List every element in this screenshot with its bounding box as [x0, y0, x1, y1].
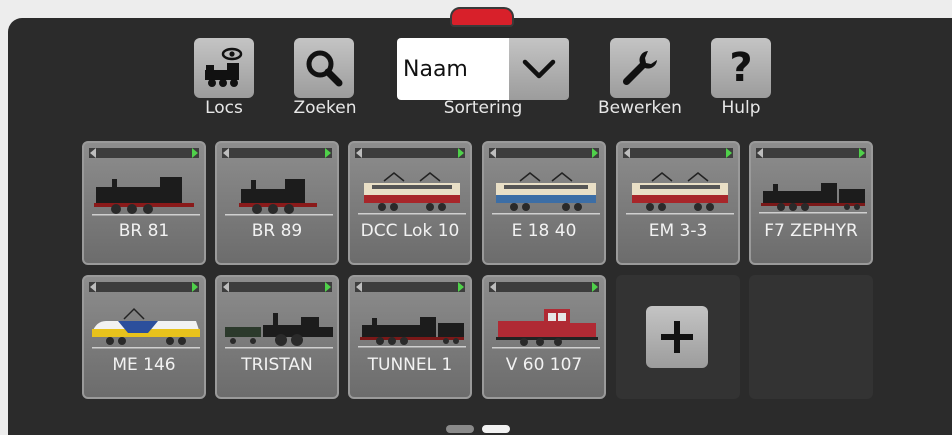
loco-name: TUNNEL 1: [367, 355, 453, 375]
steam-tender-loco-icon: [759, 183, 867, 214]
loco-tile[interactable]: TUNNEL 1: [348, 275, 472, 399]
page-indicator-1[interactable]: [446, 425, 474, 433]
arrow-left-icon: [356, 282, 362, 292]
sort-label: Sortering: [443, 98, 523, 118]
speed-bar[interactable]: [222, 148, 332, 158]
loco-tile[interactable]: ME 146: [82, 275, 206, 399]
loco-name: DCC Lok 10: [360, 221, 460, 241]
electric-loco-cream-blue-icon: [492, 172, 600, 215]
loco-name: BR 81: [118, 221, 170, 241]
electric-loco-cream-red-icon: [358, 172, 466, 215]
arrow-right-icon: [458, 148, 464, 158]
search-icon: [306, 50, 343, 87]
sort-value: Naam: [397, 38, 509, 100]
loco-name: V 60 107: [505, 355, 583, 375]
speed-bar[interactable]: [355, 282, 465, 292]
small-steam-loco-icon: [225, 179, 333, 216]
speed-bar[interactable]: [89, 148, 199, 158]
page-indicator-2-active[interactable]: [482, 425, 510, 433]
loco-tile[interactable]: EM 3-3: [616, 141, 740, 265]
loco-tile[interactable]: BR 81: [82, 141, 206, 265]
arrow-right-icon: [325, 148, 331, 158]
arrow-left-icon: [223, 282, 229, 292]
arrow-right-icon: [192, 282, 198, 292]
locs-button[interactable]: [194, 38, 254, 98]
arrow-right-icon: [192, 148, 198, 158]
loco-name: BR 89: [251, 221, 303, 241]
vintage-steam-loco-icon: [225, 313, 333, 349]
diesel-shunter-red-icon: [492, 309, 600, 349]
arrow-right-icon: [592, 148, 598, 158]
arrow-left-icon: [490, 282, 496, 292]
arrow-left-icon: [356, 148, 362, 158]
edit-button[interactable]: [610, 38, 670, 98]
speed-bar[interactable]: [89, 282, 199, 292]
speed-bar[interactable]: [222, 282, 332, 292]
loco-tile[interactable]: E 18 40: [482, 141, 606, 265]
speed-bar[interactable]: [489, 282, 599, 292]
speed-bar[interactable]: [489, 148, 599, 158]
help-label: Hulp: [721, 98, 761, 118]
question-mark-icon: ?: [729, 45, 753, 91]
loco-tile[interactable]: DCC Lok 10: [348, 141, 472, 265]
panel-grip-handle[interactable]: [450, 7, 514, 27]
arrow-left-icon: [90, 148, 96, 158]
arrow-right-icon: [325, 282, 331, 292]
speed-bar[interactable]: [355, 148, 465, 158]
electric-loco-yellow-blue-icon: [92, 307, 200, 349]
loco-tile[interactable]: BR 89: [215, 141, 339, 265]
sort-dropdown[interactable]: Naam: [397, 38, 569, 100]
search-button[interactable]: [294, 38, 354, 98]
loco-name: TRISTAN: [241, 355, 313, 375]
arrow-right-icon: [592, 282, 598, 292]
arrow-right-icon: [458, 282, 464, 292]
arrow-left-icon: [624, 148, 630, 158]
empty-slot: [749, 275, 873, 399]
wrench-icon: [622, 51, 657, 86]
loco-tile[interactable]: F7 ZEPHYR: [749, 141, 873, 265]
arrow-left-icon: [757, 148, 763, 158]
loco-tile[interactable]: TRISTAN: [215, 275, 339, 399]
locomotive-eye-icon: [205, 47, 243, 87]
speed-bar[interactable]: [756, 148, 866, 158]
chevron-down-icon: [522, 59, 556, 79]
arrow-right-icon: [859, 148, 865, 158]
loco-name: ME 146: [112, 355, 176, 375]
sort-dropdown-toggle[interactable]: [509, 38, 569, 100]
arrow-left-icon: [90, 282, 96, 292]
add-locomotive-button[interactable]: [646, 306, 708, 368]
steam-tender-loco-icon: [358, 317, 466, 348]
loco-tile[interactable]: V 60 107: [482, 275, 606, 399]
speed-bar[interactable]: [623, 148, 733, 158]
steam-tank-loco-icon: [92, 177, 200, 216]
loco-name: E 18 40: [511, 221, 577, 241]
help-button[interactable]: ?: [711, 38, 771, 98]
loco-name: EM 3-3: [648, 221, 708, 241]
arrow-left-icon: [490, 148, 496, 158]
plus-icon: [661, 321, 693, 353]
loco-name: F7 ZEPHYR: [764, 221, 858, 241]
search-label: Zoeken: [293, 98, 357, 118]
electric-loco-cream-red-icon: [626, 172, 734, 215]
arrow-right-icon: [726, 148, 732, 158]
arrow-left-icon: [223, 148, 229, 158]
